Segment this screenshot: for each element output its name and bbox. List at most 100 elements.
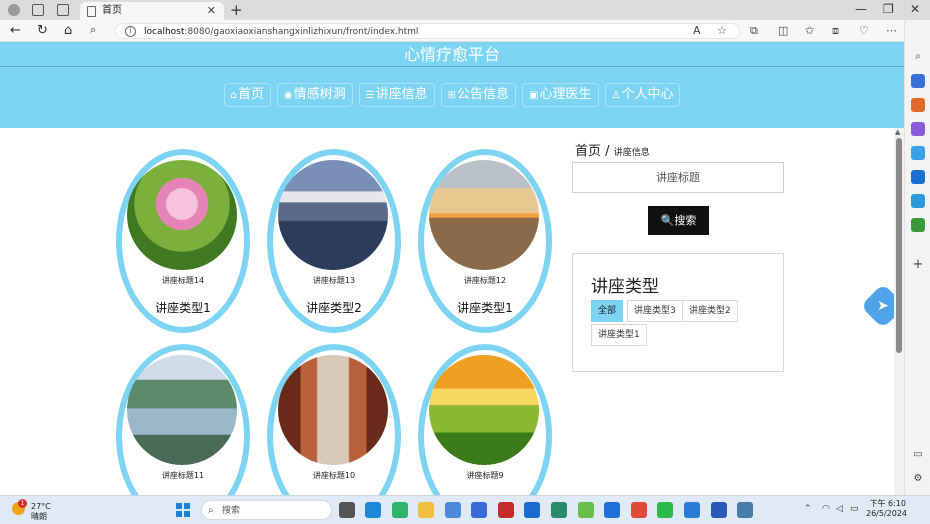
filter-title: 讲座类型 bbox=[591, 277, 659, 297]
search-button[interactable]: 🔍搜索 bbox=[648, 206, 709, 235]
tab-actions-icon[interactable] bbox=[57, 4, 69, 16]
app-icon[interactable] bbox=[551, 502, 567, 518]
minimize-button[interactable]: — bbox=[855, 2, 867, 16]
sidebar-games-icon[interactable] bbox=[911, 122, 925, 136]
battery-icon[interactable]: ▭ bbox=[850, 504, 859, 514]
desert-sunset-photo bbox=[429, 160, 539, 270]
card-title: 讲座标题9 bbox=[466, 471, 504, 480]
lecture-icon: ☰ bbox=[365, 90, 375, 101]
favorite-star-icon[interactable]: ☆ bbox=[717, 24, 727, 37]
app-icon[interactable] bbox=[445, 502, 461, 518]
lecture-card[interactable]: 讲座标题11 bbox=[116, 344, 250, 495]
lecture-card[interactable]: 讲座标题9 bbox=[418, 344, 552, 495]
search-icon: ⌕ bbox=[208, 505, 214, 516]
sidebar-screenshot-icon[interactable]: ▭ bbox=[911, 448, 925, 462]
maximize-button[interactable]: ❐ bbox=[883, 2, 894, 16]
lecture-card[interactable]: 讲座标题13 讲座类型2 bbox=[267, 149, 401, 333]
sidebar-office-icon[interactable] bbox=[911, 146, 925, 160]
extensions-icon[interactable]: ⧉ bbox=[750, 24, 758, 38]
sidebar-settings-icon[interactable]: ⚙ bbox=[911, 472, 925, 486]
page-icon bbox=[87, 6, 96, 17]
edge-dev-app-icon[interactable] bbox=[392, 502, 408, 518]
nav-item-profile[interactable]: ♙个人中心 bbox=[604, 83, 681, 107]
edge-sidebar: ⌕ + ▭ ⚙ bbox=[904, 20, 930, 495]
read-aloud-icon[interactable]: A bbox=[693, 24, 701, 37]
sidebar-tree-icon[interactable] bbox=[911, 218, 925, 232]
lecture-title-search-input[interactable]: 讲座标题 bbox=[572, 162, 784, 193]
sidebar-outlook-icon[interactable] bbox=[911, 170, 925, 184]
url-field[interactable]: i localhost:8080/gaoxiaoxianshangxinlizh… bbox=[115, 23, 740, 39]
more-menu-icon[interactable]: ⋯ bbox=[886, 24, 897, 37]
search-icon[interactable]: ⌕ bbox=[90, 23, 96, 37]
volume-icon[interactable]: ◁ bbox=[836, 504, 843, 514]
sidebar-tools-icon[interactable] bbox=[911, 98, 925, 112]
close-window-button[interactable]: ✕ bbox=[910, 2, 920, 16]
back-icon[interactable]: ← bbox=[10, 23, 21, 38]
address-toolbar: ← ↻ ⌂ ⌕ i localhost:8080/gaoxiaoxianshan… bbox=[0, 20, 930, 42]
karst-river-photo bbox=[127, 355, 237, 465]
wifi-icon[interactable]: ◠ bbox=[822, 504, 830, 514]
taskbar-search-placeholder: 搜索 bbox=[222, 506, 241, 516]
collections-icon[interactable]: ⧈ bbox=[832, 24, 839, 38]
home-icon[interactable]: ⌂ bbox=[64, 23, 72, 38]
corridor-photo bbox=[278, 355, 388, 465]
app-icon[interactable] bbox=[604, 502, 620, 518]
app-icon[interactable] bbox=[498, 502, 514, 518]
wechat-icon[interactable] bbox=[657, 502, 673, 518]
site-info-icon[interactable]: i bbox=[125, 26, 136, 37]
app-icon[interactable] bbox=[578, 502, 594, 518]
sidebar-send-icon[interactable] bbox=[911, 194, 925, 208]
system-clock[interactable]: 下午 6:10 26/5/2024 bbox=[866, 499, 907, 519]
scroll-up-icon[interactable]: ▲ bbox=[895, 128, 900, 136]
tab-title: 首页 bbox=[102, 5, 122, 16]
split-screen-icon[interactable]: ◫ bbox=[778, 24, 788, 37]
lecture-card[interactable]: 讲座标题12 讲座类型1 bbox=[418, 149, 552, 333]
file-explorer-icon[interactable] bbox=[418, 502, 434, 518]
edge-app-icon[interactable] bbox=[365, 502, 381, 518]
sidebar-add-icon[interactable]: + bbox=[911, 258, 925, 272]
profile-avatar-icon[interactable] bbox=[8, 4, 20, 16]
nav-item-tree-hole[interactable]: ◉情感树洞 bbox=[276, 83, 353, 107]
sidebar-search-icon[interactable]: ⌕ bbox=[911, 50, 925, 64]
sidebar-shopping-icon[interactable] bbox=[911, 74, 925, 88]
tray-chevron-icon[interactable]: ⌃ bbox=[804, 504, 812, 514]
word-icon[interactable] bbox=[711, 502, 727, 518]
card-type: 讲座类型2 bbox=[306, 301, 362, 315]
app-icon[interactable] bbox=[524, 502, 540, 518]
taskbar-search[interactable]: ⌕ 搜索 bbox=[201, 500, 332, 520]
site-header: 心情疗愈平台 ⌂首页 ◉情感树洞 ☰讲座信息 ⊞公告信息 ▣心理医生 ♙个人中心 bbox=[0, 42, 904, 128]
app-icon[interactable] bbox=[471, 502, 487, 518]
page-scrollbar[interactable]: ▲ bbox=[894, 128, 904, 495]
app-icon[interactable] bbox=[737, 502, 753, 518]
nav-item-lectures[interactable]: ☰讲座信息 bbox=[358, 83, 435, 107]
type-chip-3[interactable]: 讲座类型3 bbox=[627, 300, 683, 322]
lotus-photo bbox=[127, 160, 237, 270]
breadcrumb-home[interactable]: 首页 bbox=[575, 144, 601, 159]
new-tab-button[interactable]: + bbox=[230, 1, 243, 19]
workspaces-icon[interactable] bbox=[32, 4, 44, 16]
task-view-icon[interactable] bbox=[339, 502, 355, 518]
type-chip-1[interactable]: 讲座类型1 bbox=[591, 324, 647, 346]
lecture-card[interactable]: 讲座标题10 bbox=[267, 344, 401, 495]
lecture-card[interactable]: 讲座标题14 讲座类型1 bbox=[116, 149, 250, 333]
tab-close-icon[interactable]: ✕ bbox=[207, 2, 216, 20]
browser-tab-home[interactable]: 首页 ✕ bbox=[80, 2, 224, 20]
refresh-icon[interactable]: ↻ bbox=[37, 23, 48, 38]
type-chip-all[interactable]: 全部 bbox=[591, 300, 624, 322]
nav-item-doctors[interactable]: ▣心理医生 bbox=[522, 83, 599, 107]
app-icon[interactable] bbox=[684, 502, 700, 518]
favorites-icon[interactable]: ✩ bbox=[805, 24, 814, 37]
doctor-icon: ▣ bbox=[529, 90, 539, 101]
chrome-icon[interactable] bbox=[631, 502, 647, 518]
nav-item-home[interactable]: ⌂首页 bbox=[223, 83, 271, 107]
scrollbar-thumb[interactable] bbox=[896, 138, 902, 353]
browser-essentials-icon[interactable]: ♡ bbox=[859, 24, 869, 37]
web-page: 心情疗愈平台 ⌂首页 ◉情感树洞 ☰讲座信息 ⊞公告信息 ▣心理医生 ♙个人中心… bbox=[0, 42, 904, 495]
type-chip-2[interactable]: 讲座类型2 bbox=[682, 300, 738, 322]
nav-label: 讲座信息 bbox=[375, 87, 428, 102]
weather-condition: 晴朗 bbox=[31, 512, 47, 521]
start-button[interactable] bbox=[176, 503, 190, 517]
nav-item-announcements[interactable]: ⊞公告信息 bbox=[440, 83, 517, 107]
lecture-type-filter: 讲座类型 全部 讲座类型3 讲座类型2 讲座类型1 bbox=[572, 253, 784, 372]
emotion-icon: ◉ bbox=[283, 90, 293, 101]
